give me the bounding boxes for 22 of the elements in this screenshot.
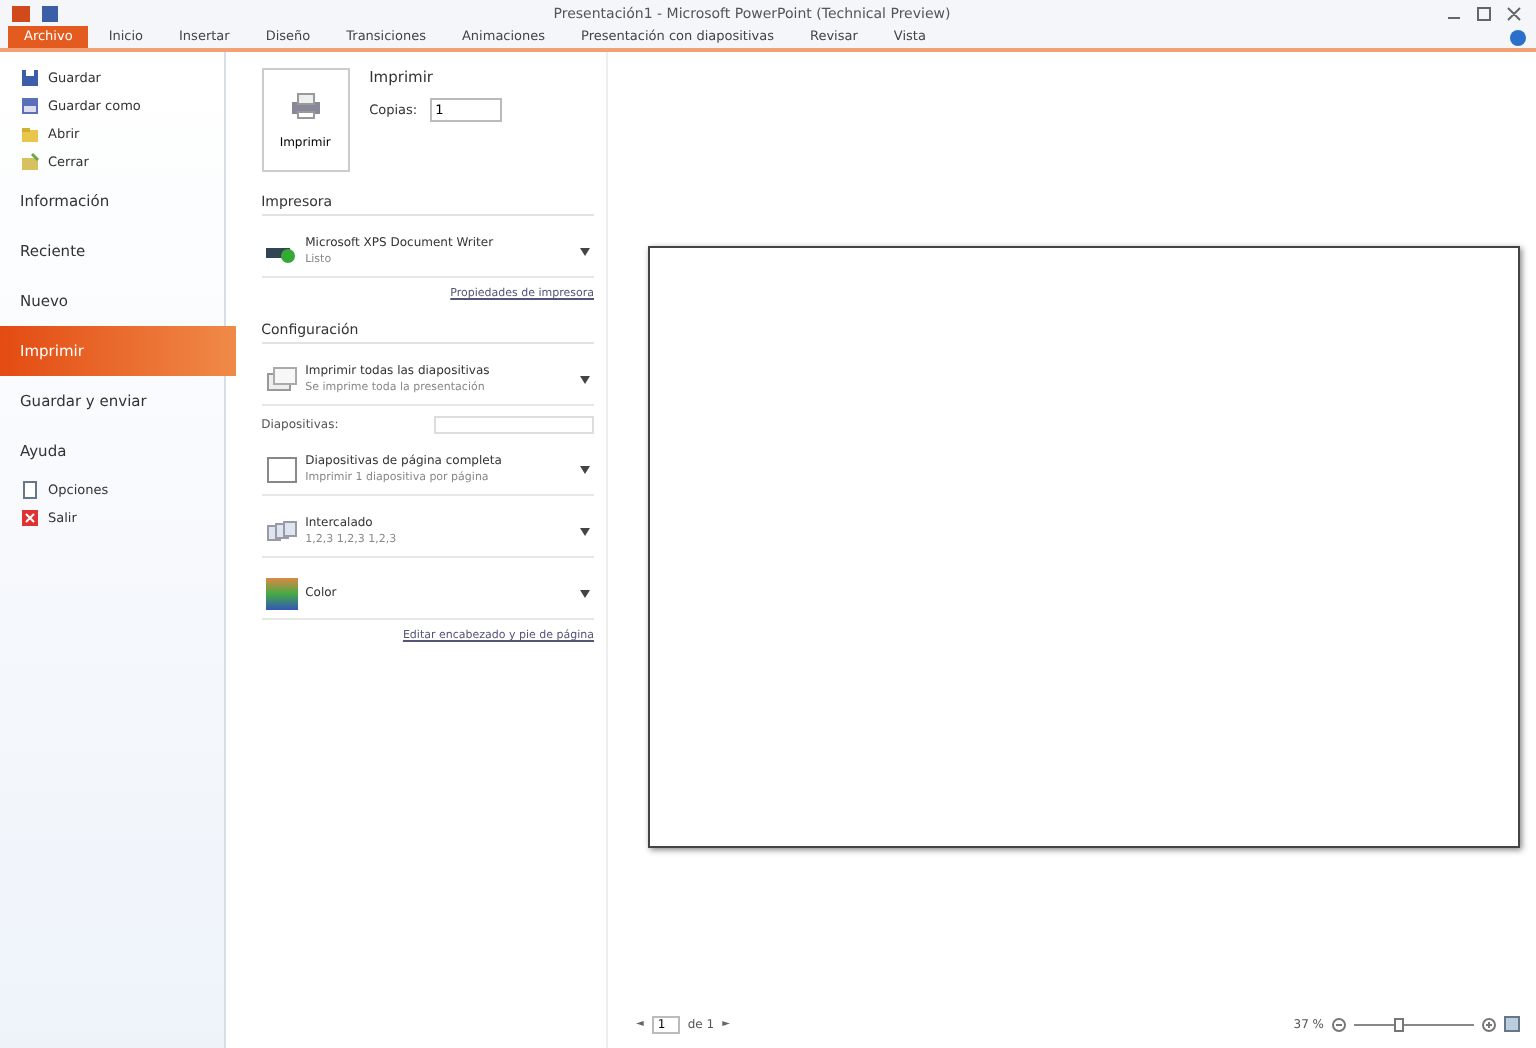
folder-icon	[20, 152, 40, 172]
printer-icon	[289, 91, 322, 119]
caret-icon	[580, 465, 590, 473]
document-icon	[20, 480, 40, 500]
caret-icon	[580, 375, 590, 383]
window-controls-icon	[1444, 3, 1524, 23]
fit-page-icon	[1504, 1016, 1520, 1032]
help-icon	[1508, 27, 1528, 47]
slides-input[interactable]	[434, 416, 594, 434]
folder-icon	[20, 124, 40, 144]
page-icon	[265, 455, 298, 483]
caret-icon	[580, 247, 590, 255]
exit-icon	[20, 508, 40, 528]
slides-stack-icon	[265, 365, 298, 393]
caret-icon	[580, 589, 590, 597]
app-icon	[12, 3, 32, 23]
zoom-slider-thumb[interactable]	[1394, 1017, 1405, 1031]
zoom-out-icon	[1332, 1017, 1346, 1031]
color-gradient-icon	[265, 577, 298, 609]
zoom-in-icon	[1482, 1017, 1496, 1031]
caret-icon	[580, 527, 590, 535]
collated-pages-icon	[265, 519, 298, 543]
